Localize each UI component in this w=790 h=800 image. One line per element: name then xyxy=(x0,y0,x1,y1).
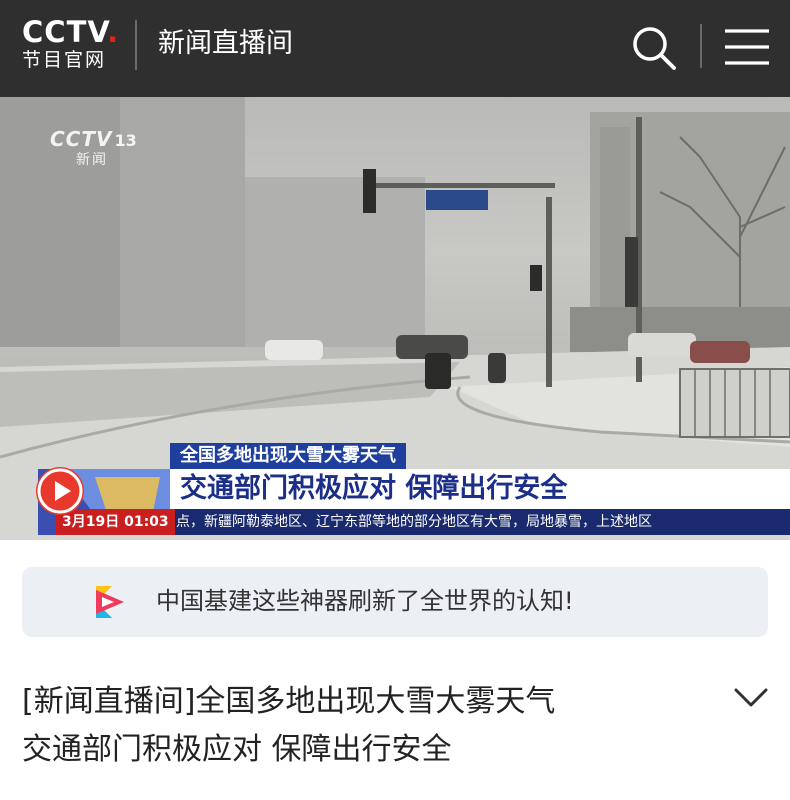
article-title-line1: [新闻直播间]全国多地出现大雪大雾天气 xyxy=(22,684,556,719)
logo-dot: . xyxy=(107,15,120,49)
header-divider xyxy=(135,20,137,70)
cctv13-watermark: CCTV 13 新闻 xyxy=(50,127,137,169)
video-play-logo-icon xyxy=(96,586,124,618)
header-divider-right xyxy=(700,24,702,68)
play-icon xyxy=(37,468,83,514)
logo-wordmark: CCTV. xyxy=(22,17,122,47)
lower-third-kicker: 全国多地出现大雪大雾天气 xyxy=(170,443,406,469)
play-button[interactable] xyxy=(36,467,84,515)
logo-text: CCTV xyxy=(22,15,108,49)
recommended-video-banner[interactable]: 中国基建这些神器刷新了全世界的认知! xyxy=(22,567,768,637)
search-icon xyxy=(633,27,676,70)
news-ticker: 3月19日 01:03 点，新疆阿勒泰地区、辽宁东部等地的部分地区有大雪，局地暴… xyxy=(56,509,790,535)
watermark-logo: CCTV xyxy=(50,127,113,151)
cctv-logo[interactable]: CCTV. 节目官网 xyxy=(22,17,122,77)
watermark-channel: 13 xyxy=(114,131,137,150)
chevron-down-icon xyxy=(734,688,768,707)
article-title: [新闻直播间]全国多地出现大雪大雾天气 交通部门积极应对 保障出行安全 xyxy=(22,678,702,774)
watermark-subtitle: 新闻 xyxy=(76,152,108,168)
lower-third-headline: 交通部门积极应对 保障出行安全 xyxy=(170,469,790,509)
ticker-text: 点，新疆阿勒泰地区、辽宁东部等地的部分地区有大雪，局地暴雪，上述地区 xyxy=(176,514,652,530)
menu-icon xyxy=(725,29,769,65)
logo-subtitle: 节目官网 xyxy=(22,49,107,71)
video-player[interactable]: CCTV 13 新闻 全国多地出现大雪大雾天气 交通部门积极应对 保障出行安全 3… xyxy=(0,97,790,540)
page-title: 新闻直播间 xyxy=(158,28,293,59)
article-title-line2: 交通部门积极应对 保障出行安全 xyxy=(22,732,452,767)
top-header: CCTV. 节目官网 新闻直播间 xyxy=(0,0,790,97)
menu-button[interactable] xyxy=(722,26,772,68)
promo-text: 中国基建这些神器刷新了全世界的认知! xyxy=(156,587,574,615)
search-button[interactable] xyxy=(628,22,680,74)
expand-title-button[interactable] xyxy=(730,680,772,716)
